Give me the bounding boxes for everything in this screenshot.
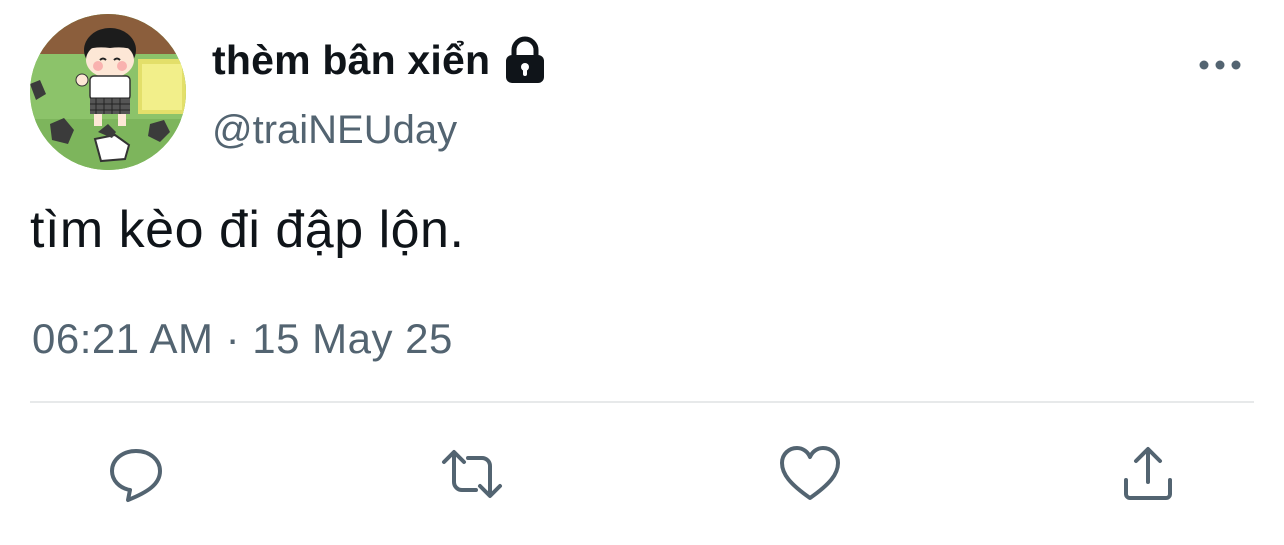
author-handle[interactable]: @traiNEUday bbox=[212, 108, 457, 153]
ellipsis-icon[interactable] bbox=[1196, 50, 1244, 80]
like-button[interactable] bbox=[778, 442, 842, 506]
share-upload-icon bbox=[1124, 447, 1172, 500]
author-name-row: thèm bân xiển bbox=[212, 34, 548, 86]
display-name[interactable]: thèm bân xiển bbox=[212, 37, 490, 84]
tweet-text: tìm kèo đi đập lộn. bbox=[30, 201, 465, 259]
retweet-button[interactable] bbox=[440, 442, 504, 506]
avatar[interactable] bbox=[30, 14, 186, 170]
divider bbox=[30, 401, 1254, 403]
avatar-image bbox=[30, 14, 186, 170]
share-button[interactable] bbox=[1116, 442, 1180, 506]
reply-button[interactable] bbox=[104, 442, 168, 506]
heart-icon bbox=[780, 446, 840, 500]
speech-bubble-icon bbox=[110, 449, 162, 502]
tweet-timestamp[interactable]: 06:21 AM · 15 May 25 bbox=[32, 315, 453, 363]
retweet-icon bbox=[442, 450, 502, 498]
tweet-card: thèm bân xiển @traiNEUday tìm kèo đi đập… bbox=[0, 0, 1284, 545]
lock-icon bbox=[502, 36, 548, 84]
